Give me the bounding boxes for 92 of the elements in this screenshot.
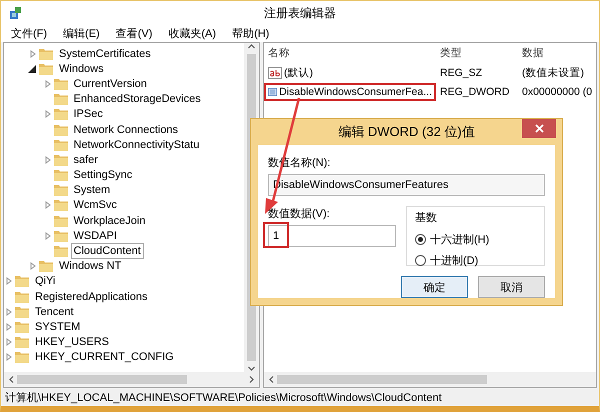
tree-item[interactable]: System (70, 182, 114, 198)
tree-item[interactable]: EnhancedStorageDevices (70, 91, 204, 108)
collapsed-arrow-icon[interactable] (42, 156, 52, 164)
tree-item[interactable]: CurrentVersion (70, 76, 150, 92)
column-header[interactable]: 名称 (264, 46, 436, 60)
radio-label[interactable]: 十六进制(H) (430, 232, 490, 247)
value-name[interactable]: (默认) (264, 63, 436, 83)
menu-item[interactable]: 收藏夹(A) (166, 26, 218, 41)
collapsed-arrow-icon[interactable] (4, 277, 14, 286)
menu-item[interactable]: 查看(V) (114, 26, 154, 41)
folder-icon (54, 93, 68, 106)
column-header[interactable]: 类型 (436, 46, 518, 60)
horizontal-scrollbar[interactable] (4, 372, 259, 387)
menu-item[interactable]: 编辑(E) (61, 26, 102, 41)
scroll-right-icon[interactable] (248, 376, 255, 383)
menu-item[interactable]: 帮助(H) (230, 26, 272, 41)
folder-icon (15, 290, 29, 303)
collapsed-arrow-icon[interactable] (28, 50, 38, 58)
radio-label[interactable]: 十进制(D) (430, 253, 478, 268)
tree-item[interactable]: SettingSync (70, 167, 136, 184)
tree-item[interactable]: SystemCertificates (56, 46, 154, 62)
tree-item[interactable]: Tencent (32, 304, 77, 320)
collapsed-arrow-icon[interactable] (42, 201, 52, 210)
tree-item[interactable]: QiYi (32, 273, 58, 290)
scroll-down-icon[interactable] (248, 365, 255, 372)
close-button[interactable] (522, 119, 556, 138)
expanded-arrow-icon[interactable] (28, 64, 38, 73)
folder-icon (54, 214, 68, 227)
table-cell-text: REG_DWORD (439, 86, 510, 98)
tree-item[interactable]: HKEY_USERS (32, 334, 112, 350)
tree-item[interactable]: HKEY_CURRENT_CONFIG (32, 349, 177, 366)
scroll-up-icon[interactable] (248, 43, 255, 50)
folder-icon (54, 108, 68, 120)
tree-item[interactable]: CloudContent (70, 243, 144, 260)
collapsed-arrow-icon[interactable] (42, 110, 52, 118)
folder-icon (54, 154, 68, 166)
tree-item[interactable]: WorkplaceJoin (70, 212, 148, 229)
radio-button[interactable] (415, 255, 426, 266)
folder-icon (15, 306, 29, 318)
cancel-button[interactable]: 取消 (478, 276, 545, 298)
menu-item[interactable]: 文件(F) (9, 26, 50, 41)
horizontal-scrollbar[interactable] (264, 372, 596, 387)
input-field[interactable]: 1 (268, 225, 396, 247)
folder-icon (15, 336, 29, 348)
tree-item[interactable]: Windows NT (56, 258, 124, 274)
folder-icon (54, 78, 68, 90)
collapsed-arrow-icon[interactable] (42, 232, 52, 240)
collapsed-arrow-icon[interactable] (4, 353, 14, 362)
app-icon (9, 6, 23, 20)
folder-icon (39, 48, 53, 60)
collapsed-arrow-icon[interactable] (4, 308, 14, 316)
value-name[interactable]: DisableWindowsConsumerFea... (264, 82, 436, 100)
tree-item[interactable]: WcmSvc (70, 197, 120, 214)
folder-icon (54, 124, 68, 136)
tree-item[interactable]: NetworkConnectivityStatu (70, 136, 202, 153)
column-header[interactable]: 数据 (518, 46, 596, 60)
tree-item[interactable]: safer (70, 152, 101, 168)
dialog-title: 编辑 DWORD (32 位)值 (338, 123, 475, 141)
collapsed-arrow-icon[interactable] (28, 262, 38, 270)
tree-item[interactable]: RegisteredApplications (32, 288, 151, 305)
table-cell-text: 0x00000000 (0 (521, 86, 594, 98)
tree-item[interactable]: IPSec (70, 106, 106, 122)
radio-button[interactable] (415, 234, 426, 245)
folder-icon (15, 351, 29, 364)
scroll-left-icon[interactable] (8, 376, 15, 383)
folder-icon (54, 184, 68, 196)
ok-button[interactable]: 确定 (401, 276, 468, 298)
tree-item[interactable]: Windows (56, 60, 107, 77)
group-label: 基数 (415, 211, 438, 225)
collapsed-arrow-icon[interactable] (4, 338, 14, 346)
folder-icon (54, 245, 68, 258)
collapsed-arrow-icon[interactable] (42, 80, 52, 88)
tree-item[interactable]: SYSTEM (32, 318, 84, 335)
folder-icon (54, 230, 68, 242)
folder-icon (15, 320, 29, 333)
folder-icon (39, 62, 53, 75)
window-title: 注册表编辑器 (264, 6, 336, 20)
folder-icon (15, 275, 29, 288)
table-cell-text: (数值未设置) (521, 66, 585, 80)
tree-item[interactable]: WSDAPI (70, 228, 120, 244)
collapsed-arrow-icon[interactable] (4, 322, 14, 331)
string-value-icon (268, 67, 282, 79)
binary-value-icon (268, 86, 278, 98)
tree-item[interactable]: Network Connections (70, 122, 182, 138)
table-cell-text: REG_SZ (439, 67, 484, 79)
field-label: 数值数据(V): (268, 207, 331, 221)
folder-icon (39, 260, 53, 272)
folder-icon (54, 169, 68, 182)
folder-icon (54, 138, 68, 151)
close-icon (534, 124, 544, 133)
folder-icon (54, 199, 68, 212)
scroll-left-icon[interactable] (268, 376, 275, 383)
